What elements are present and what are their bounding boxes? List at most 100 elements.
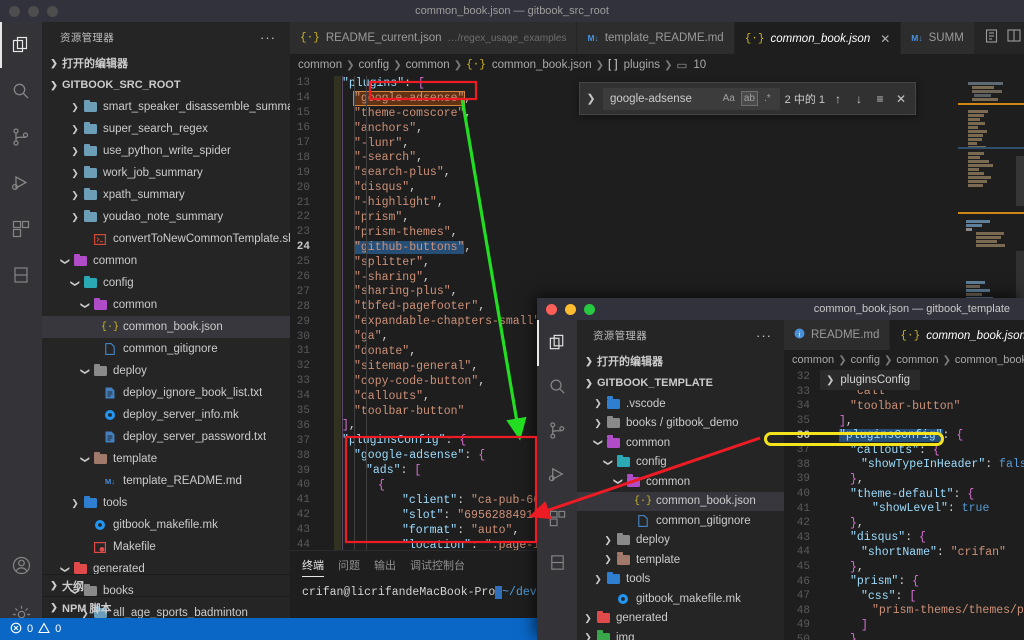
tree-item[interactable]: ❯ use_python_write_spider <box>42 140 290 162</box>
chevron-right-icon[interactable]: ❯ <box>601 535 615 546</box>
tree-item[interactable]: ❯ deploy <box>42 360 290 382</box>
editor-tab[interactable]: i README.md <box>784 320 891 350</box>
tree-item[interactable]: deploy_server_info.mk <box>42 404 290 426</box>
tree-item[interactable]: convertToNewCommonTemplate.sh <box>42 228 290 250</box>
chevron-right-icon[interactable]: ❯ <box>68 498 82 509</box>
tree-item[interactable]: ❯ smart_speaker_disassemble_summary <box>42 96 290 118</box>
editor-tab[interactable]: {·}common_book.json✕ <box>890 320 1024 350</box>
tree-item[interactable]: ❯ common <box>577 472 784 492</box>
breadcrumb-item[interactable]: common <box>406 59 450 71</box>
tree-item[interactable]: gitbook_makefile.mk <box>577 589 784 609</box>
breadcrumb-item[interactable]: 10 <box>693 59 706 71</box>
chevron-right-icon[interactable]: ❯ <box>68 102 82 113</box>
chevron-down-icon[interactable]: ❯ <box>613 475 624 489</box>
sticky-scroll-header[interactable]: ❯ pluginsConfig <box>820 370 921 390</box>
chevron-right-icon[interactable]: ❯ <box>601 554 615 565</box>
tree-item[interactable]: ❯ common <box>42 250 290 272</box>
panel-tab[interactable]: 终端 <box>302 557 324 577</box>
remote-explorer-icon[interactable] <box>537 540 577 584</box>
open-changes-icon[interactable] <box>985 28 998 48</box>
tree-item[interactable]: ❯ common <box>577 433 784 453</box>
open-editors-section[interactable]: ❯ 打开的编辑器 <box>42 52 290 74</box>
tree-item[interactable]: ❯ template <box>42 448 290 470</box>
source-control-icon[interactable] <box>0 114 42 160</box>
chevron-right-icon[interactable]: ❯ <box>591 574 605 585</box>
search-icon[interactable] <box>0 68 42 114</box>
find-in-selection-icon[interactable]: ≡ <box>872 92 888 106</box>
tree-item[interactable]: ❯ .vscode <box>577 394 784 414</box>
tree-item-selected[interactable]: {·} common_book.json <box>577 491 784 511</box>
chevron-down-icon[interactable]: ❯ <box>80 452 91 466</box>
chevron-right-icon[interactable]: ❯ <box>581 613 595 624</box>
chevron-down-icon[interactable]: ❯ <box>70 276 81 290</box>
panel-tab[interactable]: 调试控制台 <box>410 557 465 577</box>
tree-item[interactable]: deploy_server_password.txt <box>42 426 290 448</box>
tree-item[interactable]: ❯ common <box>42 294 290 316</box>
editor-tab[interactable]: M↓ template_README.md <box>577 22 735 54</box>
chevron-right-icon[interactable]: ❯ <box>68 212 82 223</box>
find-widget[interactable]: ❯ google-adsense Aa ab .* 2 中的 1 ↑ ↓ ≡ ✕ <box>579 82 916 115</box>
tree-item-selected[interactable]: {·} common_book.json <box>42 316 290 338</box>
extensions-icon[interactable] <box>0 206 42 252</box>
extensions-icon[interactable] <box>537 496 577 540</box>
editor-tab[interactable]: {·}common_book.json✕ <box>734 22 902 54</box>
match-whole-word-icon[interactable]: ab <box>740 91 758 106</box>
find-previous-icon[interactable]: ↑ <box>830 92 846 106</box>
find-input[interactable]: google-adsense Aa ab .* <box>603 87 780 110</box>
tree-item[interactable]: ❯ xpath_summary <box>42 184 290 206</box>
chevron-right-icon[interactable]: ❯ <box>68 146 82 157</box>
breadcrumb-item[interactable]: common_book.json <box>492 59 592 71</box>
npm-scripts-section[interactable]: ❯ NPM 脚本 <box>42 596 290 618</box>
tree-item[interactable]: M↓ template_README.md <box>42 470 290 492</box>
breadcrumb-item[interactable]: plugins <box>624 59 660 71</box>
breadcrumb-item[interactable]: config <box>851 354 880 366</box>
explorer-icon[interactable] <box>0 22 42 68</box>
chevron-down-icon[interactable]: ❯ <box>603 455 614 469</box>
tree-item[interactable]: ❯ super_search_regex <box>42 118 290 140</box>
explorer-more-actions-icon[interactable]: ··· <box>260 30 276 45</box>
workspace-root-section[interactable]: ❯ GITBOOK_SRC_ROOT <box>42 74 290 96</box>
chevron-right-icon[interactable]: ❯ <box>68 168 82 179</box>
search-icon[interactable] <box>537 364 577 408</box>
chevron-right-icon[interactable]: ❯ <box>581 632 595 640</box>
tree-item[interactable]: ❯ work_job_summary <box>42 162 290 184</box>
tree-item[interactable]: ❯ template <box>577 550 784 570</box>
breadcrumb-item[interactable]: config <box>359 59 390 71</box>
chevron-down-icon[interactable]: ❯ <box>60 254 71 268</box>
tree-item[interactable]: ❯ generated <box>577 609 784 629</box>
chevron-right-icon[interactable]: ❯ <box>68 124 82 135</box>
warning-triangle-icon[interactable] <box>38 621 51 637</box>
panel-tab[interactable]: 问题 <box>338 557 360 577</box>
tree-item[interactable]: ❯ config <box>42 272 290 294</box>
breadcrumb-item[interactable]: common_book. <box>955 354 1024 366</box>
tree-item[interactable]: ❯ books / gitbook_demo <box>577 414 784 434</box>
editor-code-content[interactable]: ❯ pluginsConfig 32"copy33"call34"toolbar… <box>784 370 1024 640</box>
chevron-down-icon[interactable]: ❯ <box>80 298 91 312</box>
editor-tab[interactable]: M↓ SUMM <box>901 22 975 54</box>
breadcrumb-item[interactable]: common <box>896 354 938 366</box>
find-next-icon[interactable]: ↓ <box>851 92 867 106</box>
tree-item[interactable]: Makefile <box>42 536 290 558</box>
find-close-icon[interactable]: ✕ <box>893 92 909 106</box>
match-case-icon[interactable]: Aa <box>721 92 737 105</box>
panel-tab[interactable]: 输出 <box>374 557 396 577</box>
chevron-down-icon[interactable]: ❯ <box>80 364 91 378</box>
tree-item[interactable]: ❯ tools <box>42 492 290 514</box>
tree-item[interactable]: common_gitignore <box>577 511 784 531</box>
tree-item[interactable]: gitbook_makefile.mk <box>42 514 290 536</box>
split-editor-icon[interactable] <box>1007 29 1021 47</box>
chevron-down-icon[interactable]: ❯ <box>593 436 604 450</box>
run-debug-icon[interactable] <box>537 452 577 496</box>
toggle-replace-chevron-icon[interactable]: ❯ <box>584 92 598 105</box>
use-regex-icon[interactable]: .* <box>762 92 773 105</box>
tree-item[interactable]: ❯ config <box>577 453 784 473</box>
tree-item[interactable]: ❯ youdao_note_summary <box>42 206 290 228</box>
run-debug-icon[interactable] <box>0 160 42 206</box>
tree-item[interactable]: ❯ img <box>577 628 784 640</box>
explorer-icon[interactable] <box>537 320 577 366</box>
explorer-more-actions-icon[interactable]: ··· <box>756 328 772 343</box>
tree-item[interactable]: deploy_ignore_book_list.txt <box>42 382 290 404</box>
editor-tab[interactable]: {·} README_current.json …/regex_usage_exam… <box>290 22 578 54</box>
chevron-right-icon[interactable]: ❯ <box>591 398 605 409</box>
workspace-root-section[interactable]: ❯ GITBOOK_TEMPLATE <box>577 372 784 394</box>
